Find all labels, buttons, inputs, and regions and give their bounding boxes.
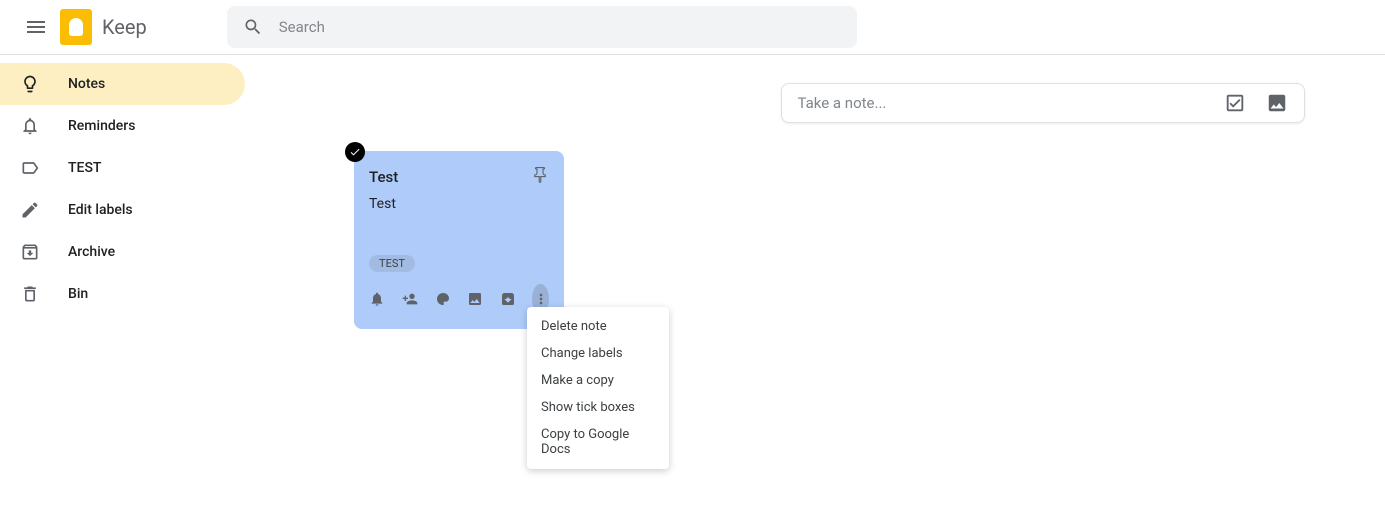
sidebar-label: Edit labels bbox=[68, 202, 133, 218]
sidebar: Notes Reminders TEST Edit labels Archive… bbox=[0, 55, 280, 526]
image-icon[interactable] bbox=[1266, 92, 1288, 114]
hamburger-icon bbox=[24, 15, 48, 39]
note-title: Test bbox=[369, 168, 398, 186]
pin-icon bbox=[531, 166, 549, 184]
more-vert-icon bbox=[533, 291, 549, 307]
search-input[interactable] bbox=[279, 18, 841, 36]
add-image-button[interactable] bbox=[467, 284, 484, 314]
sidebar-item-notes[interactable]: Notes bbox=[0, 63, 245, 105]
take-note-placeholder: Take a note... bbox=[798, 94, 1224, 112]
sidebar-label: Reminders bbox=[68, 118, 135, 134]
sidebar-label: Bin bbox=[68, 286, 88, 302]
app-header: Keep bbox=[0, 0, 1385, 55]
color-button[interactable] bbox=[434, 284, 451, 314]
sidebar-item-reminders[interactable]: Reminders bbox=[0, 105, 280, 147]
sidebar-item-archive[interactable]: Archive bbox=[0, 231, 280, 273]
sidebar-item-test-label[interactable]: TEST bbox=[0, 147, 280, 189]
menu-change-labels[interactable]: Change labels bbox=[527, 340, 669, 367]
trash-icon bbox=[20, 284, 40, 304]
archive-icon bbox=[20, 242, 40, 262]
bell-icon bbox=[20, 116, 40, 136]
main-content: Take a note... Test Test TEST bbox=[280, 55, 1385, 526]
remind-me-button[interactable] bbox=[369, 284, 386, 314]
app-name: Keep bbox=[102, 15, 147, 39]
search-bar[interactable] bbox=[227, 6, 857, 48]
main-menu-button[interactable] bbox=[16, 7, 56, 47]
menu-delete-note[interactable]: Delete note bbox=[527, 313, 669, 340]
note-toolbar bbox=[369, 284, 549, 314]
sidebar-label: Archive bbox=[68, 244, 115, 260]
lightbulb-icon bbox=[20, 74, 40, 94]
pin-button[interactable] bbox=[531, 166, 549, 188]
select-badge[interactable] bbox=[345, 142, 365, 162]
note-card[interactable]: Test Test TEST bbox=[354, 151, 564, 329]
image-icon bbox=[467, 291, 483, 307]
note-context-menu: Delete note Change labels Make a copy Sh… bbox=[527, 307, 669, 469]
sidebar-label: TEST bbox=[68, 160, 101, 176]
menu-make-copy[interactable]: Make a copy bbox=[527, 367, 669, 394]
checkbox-icon[interactable] bbox=[1224, 92, 1246, 114]
collaborator-button[interactable] bbox=[402, 284, 419, 314]
keep-logo-icon bbox=[60, 9, 92, 45]
menu-show-tickboxes[interactable]: Show tick boxes bbox=[527, 394, 669, 421]
note-body: Test bbox=[369, 196, 549, 212]
archive-icon bbox=[500, 291, 516, 307]
archive-button[interactable] bbox=[500, 284, 517, 314]
menu-copy-gdocs[interactable]: Copy to Google Docs bbox=[527, 421, 669, 463]
pencil-icon bbox=[20, 200, 40, 220]
take-note-bar[interactable]: Take a note... bbox=[781, 83, 1305, 123]
bell-add-icon bbox=[369, 291, 385, 307]
note-label-chip[interactable]: TEST bbox=[369, 255, 415, 272]
label-icon bbox=[20, 158, 40, 178]
person-add-icon bbox=[402, 291, 418, 307]
search-icon bbox=[243, 17, 263, 37]
app-logo[interactable]: Keep bbox=[60, 9, 147, 45]
sidebar-label: Notes bbox=[68, 76, 105, 92]
palette-icon bbox=[435, 291, 451, 307]
check-icon bbox=[349, 146, 361, 158]
sidebar-item-bin[interactable]: Bin bbox=[0, 273, 280, 315]
sidebar-item-edit-labels[interactable]: Edit labels bbox=[0, 189, 280, 231]
